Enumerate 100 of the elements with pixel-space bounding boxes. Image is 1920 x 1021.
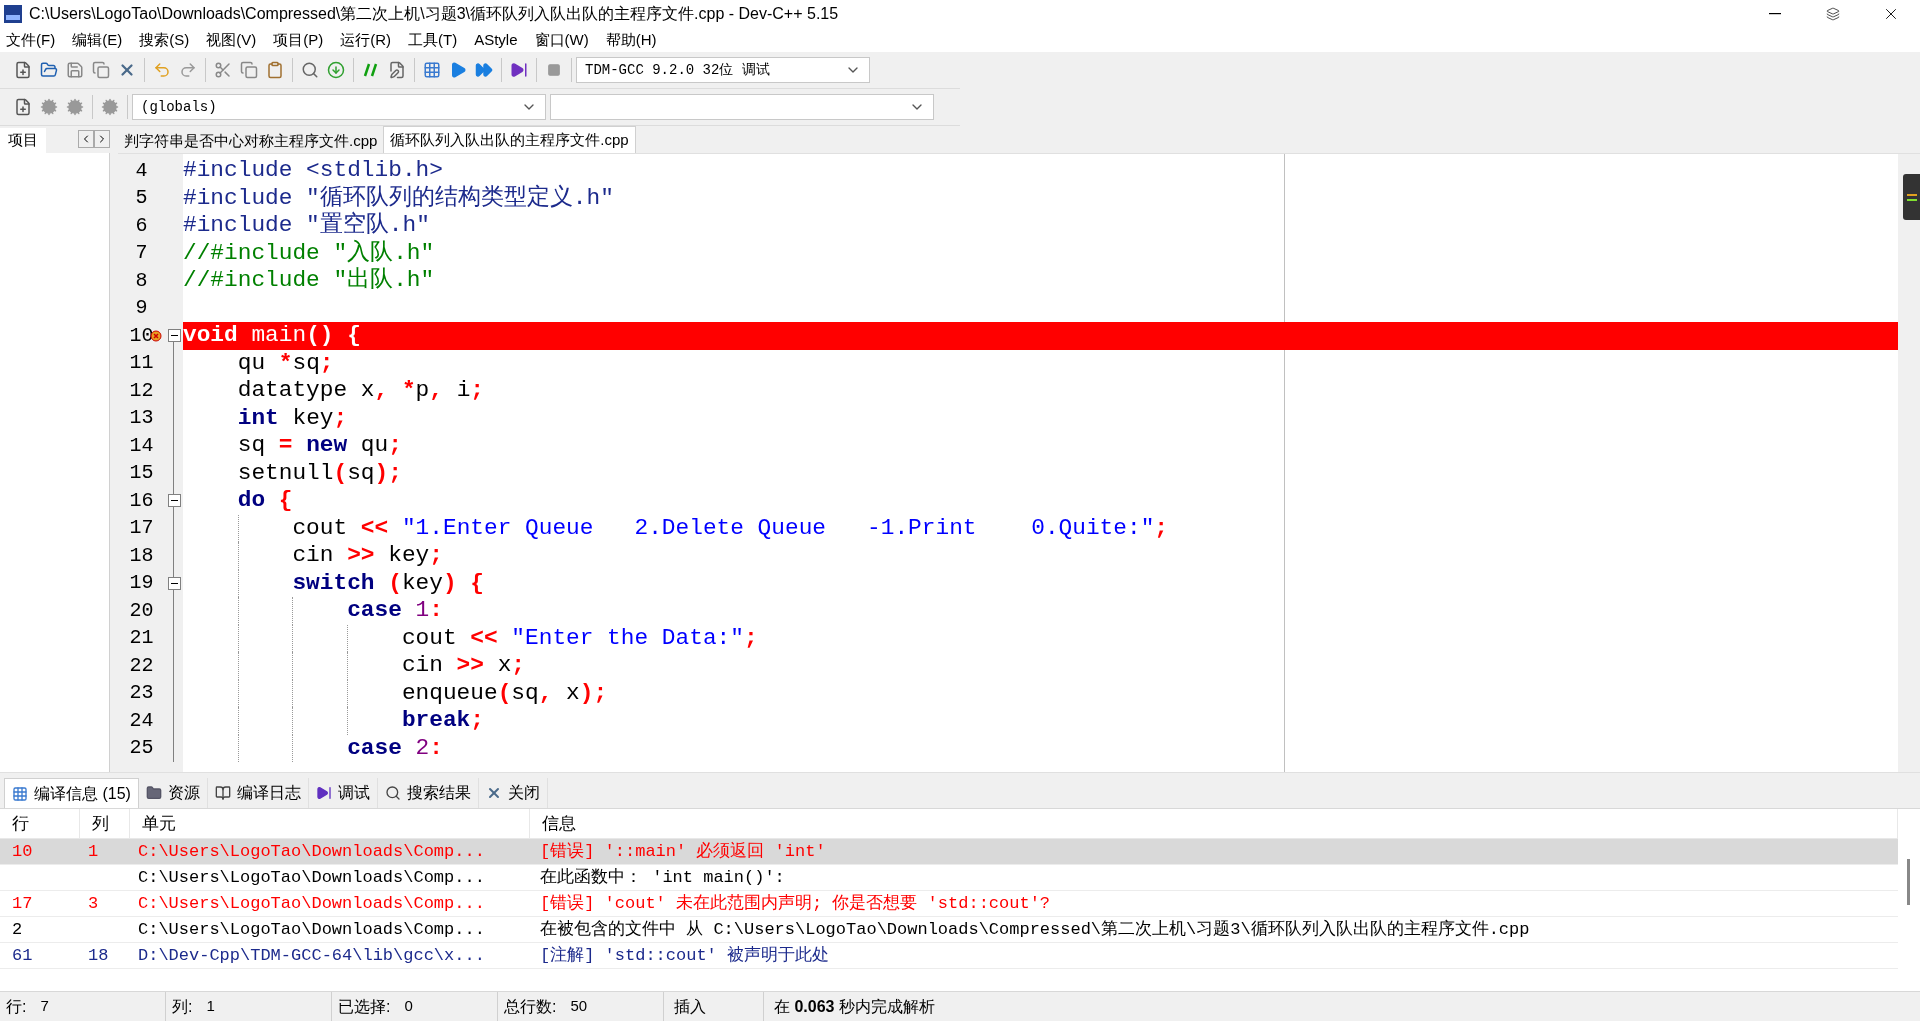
status-label: 总行数: [504,996,557,1017]
book-icon [214,785,231,801]
message-row[interactable]: 2 C:\Users\LogoTao\Downloads\Comp... 在被包含的文件中 从 C:\Users\LogoTao\Downloads\Compressed\第二次上机\习题3\循环队列入队出队的主程序文件.cpp [0,917,1898,943]
line-number: 9 [135,298,148,319]
column-header[interactable]: 行 [0,809,80,838]
menu-item[interactable]: 文件(F) [6,28,56,52]
status-value: 1 [206,996,215,1017]
stop-icon [547,63,561,77]
menu-item[interactable]: 工具(T) [408,28,458,52]
new-project-icon [14,98,32,116]
table-cell: C:\Users\LogoTao\Downloads\Comp... [138,893,485,913]
table-cell: 在被包含的文件中 从 C:\Users\LogoTao\Downloads\Compressed\第二次上机\习题3\循环队列入队出队的主程序文件.cpp [540,919,1530,939]
menu-item[interactable]: 运行(R) [340,28,391,52]
compile-icon [423,61,441,79]
code-line: enqueue(sq, x); [183,679,1898,707]
line-number: 14 [129,435,154,456]
line-number: 8 [135,270,148,291]
status-label: 行: [6,996,27,1017]
status-value: 7 [40,996,49,1017]
code-line: datatype x, *p, i; [236,377,486,405]
line-number: 5 [135,188,148,209]
menu-item[interactable]: 编辑(E) [72,28,123,52]
status-value: 0 [404,996,413,1017]
menu-item[interactable]: AStyle [474,28,518,52]
code-line: case 1: [183,597,1898,625]
message-row[interactable]: C:\Users\LogoTao\Downloads\Comp... 在此函数中： 'int main()': [0,865,1898,891]
status-mode: 插入 [674,996,706,1017]
line-number: 15 [129,463,154,484]
settings-icon [66,98,84,116]
cut-icon [214,61,232,79]
menu-item[interactable]: 视图(V) [206,28,257,52]
redo-icon [179,61,197,79]
scroll-left-button[interactable] [78,130,94,148]
line-number: 13 [129,408,154,429]
status-label: 已选择: [338,996,391,1017]
code-line: case 2: [183,734,1898,762]
code-line: cin >> x; [183,652,1898,680]
save-all-icon [92,61,110,79]
table-cell: 61 [12,945,33,965]
goto-icon [327,61,345,79]
compile-icon [12,785,28,802]
code-line: //#include "出队.h" [183,267,436,295]
line-number: 10 [129,325,154,346]
open-icon [40,61,58,79]
table-cell: 2 [12,919,23,939]
compile-run-icon [475,61,493,79]
table-cell: C:\Users\LogoTao\Downloads\Comp... [138,919,485,939]
compiler-dropdown[interactable]: TDM-GCC 9.2.0 32位 调试 [576,57,870,83]
fold-toggle[interactable] [167,494,181,508]
status-message: 在 0.063 秒内完成解析 [774,996,935,1017]
menu-item[interactable]: 项目(P) [273,28,324,52]
code-line: #include "循环队列的结构类型定义.h" [183,184,615,211]
table-cell: 1 [88,841,99,861]
line-number: 22 [129,655,154,676]
edit-icon [388,61,406,79]
folder-icon [145,785,162,801]
line-number: 21 [129,628,154,649]
fold-toggle[interactable] [167,329,181,343]
scrollbar[interactable] [1898,154,1920,772]
code-line: do { [236,487,294,515]
scroll-thumb[interactable] [1903,174,1920,220]
table-cell: 在此函数中： 'int main()': [540,867,785,887]
line-number: 24 [129,710,154,731]
panel-tab[interactable]: 项目 [0,128,46,153]
code-line: break; [183,707,1898,735]
code-line: setnull(sq); [236,459,403,487]
window-title: C:\Users\LogoTao\Downloads\Compressed\第二次上机\习题3\循环队列入队出队的主程序文件.cpp - Dev-C++ 5.15 [29,4,839,24]
column-header[interactable]: 单元 [130,809,530,838]
output-tab[interactable]: 编译信息 (15) [4,778,139,808]
undo-icon [153,61,171,79]
line-number: 12 [129,380,154,401]
code-line: sq = new qu; [236,432,403,460]
scope-dropdown[interactable]: (globals) [132,94,546,120]
line-number: 11 [129,353,154,374]
menu-item[interactable]: 窗口(W) [534,28,589,52]
scroll-right-button[interactable] [94,130,110,148]
line-number: 4 [135,160,148,181]
code-line: #include <stdlib.h> [183,157,444,185]
message-row[interactable]: 61 18 D:\Dev-Cpp\TDM-GCC-64\lib\gcc\x... [注解] 'std::cout' 被声明于此处 [0,943,1898,969]
menu-item[interactable]: 帮助(H) [605,28,657,52]
app-logo-icon [3,4,23,24]
new-file-icon [14,61,32,79]
table-cell: 10 [12,841,33,861]
save-icon [66,61,84,79]
table-cell: C:\Users\LogoTao\Downloads\Comp... [138,841,485,861]
comment-icon [362,61,380,79]
error-marker-icon [150,330,162,342]
column-header[interactable]: 列 [80,809,130,838]
line-number: 23 [129,683,154,704]
restore-icon [1826,7,1840,21]
line-number: 19 [129,573,154,594]
scroll-thumb[interactable] [1907,859,1910,905]
message-row[interactable]: 17 3 C:\Users\LogoTao\Downloads\Comp... [错误] 'cout' 未在此范围内声明; 你是否想要 'std::cout'? [0,891,1898,917]
code-line: qu *sq; [236,349,335,377]
table-cell: 3 [88,893,99,913]
fold-toggle[interactable] [167,576,181,590]
editor-tab[interactable]: 循环队列入队出队的主程序文件.cpp [383,126,636,153]
line-number: 20 [129,600,154,621]
code-line: #include "置空队.h" [183,212,431,240]
menu-item[interactable]: 搜索(S) [139,28,190,52]
